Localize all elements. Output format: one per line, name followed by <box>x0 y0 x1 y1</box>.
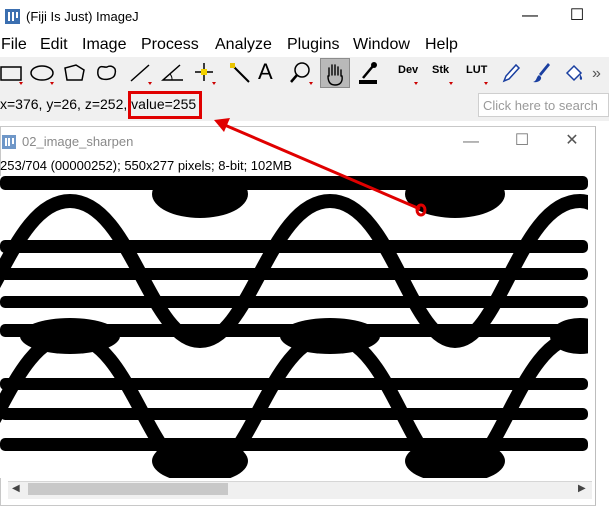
image-close-button[interactable]: ✕ <box>557 133 587 149</box>
freehand-tool[interactable] <box>92 58 122 88</box>
dropdown-arrow-icon <box>449 82 453 85</box>
line-icon <box>130 64 152 85</box>
dropper-tool[interactable] <box>353 58 383 88</box>
lut-tool[interactable]: LUT <box>460 58 492 88</box>
angle-tool[interactable] <box>158 58 188 88</box>
paintbrush-icon <box>533 63 550 83</box>
text-tool[interactable]: A <box>258 59 273 85</box>
menu-window[interactable]: Window <box>353 36 410 54</box>
magic-wand-icon <box>230 63 250 83</box>
oval-tool[interactable] <box>28 58 58 88</box>
dropdown-arrow-icon <box>414 82 418 85</box>
image-maximize-button[interactable]: ☐ <box>507 133 537 149</box>
oval-icon <box>30 65 54 85</box>
zoom-tool[interactable] <box>287 58 317 88</box>
minimize-button[interactable]: — <box>515 8 545 24</box>
menu-file[interactable]: File <box>1 36 27 54</box>
rectangle-tool[interactable] <box>0 58 26 88</box>
wand-tool[interactable] <box>225 58 255 88</box>
magnifier-icon <box>290 62 313 85</box>
image-window-title: 02_image_sharpen <box>22 134 134 149</box>
flood-fill-tool[interactable] <box>560 58 588 88</box>
scroll-right-icon[interactable]: ▶ <box>578 483 586 494</box>
dropper-icon <box>359 62 377 84</box>
menu-image[interactable]: Image <box>82 36 126 54</box>
freehand-icon <box>97 65 117 81</box>
angle-icon <box>161 64 183 81</box>
dropdown-arrow-icon <box>484 82 488 85</box>
brush-tool[interactable] <box>528 58 556 88</box>
maximize-button[interactable]: ☐ <box>562 8 592 24</box>
menu-process[interactable]: Process <box>141 36 199 54</box>
image-minimize-button[interactable]: — <box>456 134 486 150</box>
menu-edit[interactable]: Edit <box>40 36 68 54</box>
imagej-logo-icon <box>5 9 20 24</box>
toolbar-more-icon[interactable]: » <box>592 62 609 86</box>
line-tool[interactable] <box>126 58 156 88</box>
hand-tool[interactable] <box>320 58 350 88</box>
paint-bucket-icon <box>565 64 583 82</box>
search-input[interactable] <box>478 93 609 117</box>
polygon-icon <box>64 64 85 81</box>
hand-icon <box>327 64 343 86</box>
rectangle-icon <box>0 66 23 85</box>
red-arrow-annotation <box>214 118 427 217</box>
scroll-left-icon[interactable]: ◀ <box>12 483 20 494</box>
dev-tool[interactable]: Dev <box>390 58 422 88</box>
scrollbar-thumb[interactable] <box>28 483 228 495</box>
status-coordinates: x=376, y=26, z=252, <box>0 96 132 112</box>
menu-analyze[interactable]: Analyze <box>215 36 272 54</box>
imagej-logo-icon <box>2 135 16 149</box>
stk-tool[interactable]: Stk <box>425 58 457 88</box>
polygon-tool[interactable] <box>60 58 90 88</box>
main-window-title: (Fiji Is Just) ImageJ <box>26 9 139 24</box>
crosshair-icon <box>195 63 216 85</box>
menu-plugins[interactable]: Plugins <box>287 36 339 54</box>
highlight-box <box>128 91 202 119</box>
pencil-icon <box>502 63 521 83</box>
menu-help[interactable]: Help <box>425 36 458 54</box>
point-tool[interactable] <box>190 58 220 88</box>
pencil-tool[interactable] <box>496 58 524 88</box>
